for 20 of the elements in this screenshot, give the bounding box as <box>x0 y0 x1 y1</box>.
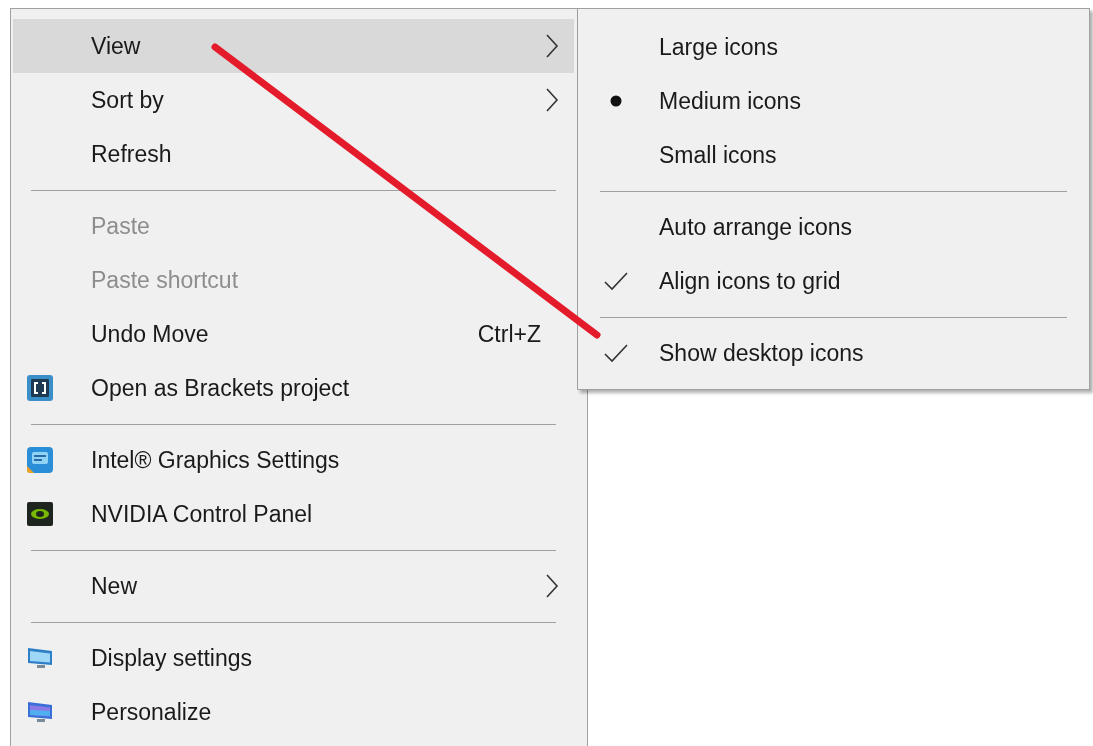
menu-item[interactable]: Open as Brackets project <box>13 361 574 415</box>
shortcut-text: Ctrl+Z <box>477 319 541 349</box>
menu-item[interactable]: Personalize <box>13 685 574 739</box>
menu-item[interactable]: Refresh <box>13 127 574 181</box>
menu-item[interactable]: Large icons <box>580 20 1087 74</box>
brackets-icon <box>26 374 54 402</box>
menu-item[interactable]: New <box>13 559 574 613</box>
menu-item[interactable]: NVIDIA Control Panel <box>13 487 574 541</box>
graphics-settings-icon <box>26 446 54 474</box>
menu-item[interactable]: Intel® Graphics Settings <box>13 433 574 487</box>
menu-item[interactable]: Display settings <box>13 631 574 685</box>
menu-item[interactable]: Undo Move Ctrl+Z <box>13 307 574 361</box>
menu-item[interactable]: View <box>13 19 574 73</box>
eye-logo-icon <box>26 500 54 528</box>
menu-item[interactable]: Auto arrange icons <box>580 200 1087 254</box>
menu-item[interactable]: Small icons <box>580 128 1087 182</box>
menu-item[interactable]: Medium icons <box>580 74 1087 128</box>
menu-item[interactable]: Show desktop icons <box>580 326 1087 380</box>
menu-item[interactable]: Sort by <box>13 73 574 127</box>
menu-item[interactable]: Align icons to grid <box>580 254 1087 308</box>
